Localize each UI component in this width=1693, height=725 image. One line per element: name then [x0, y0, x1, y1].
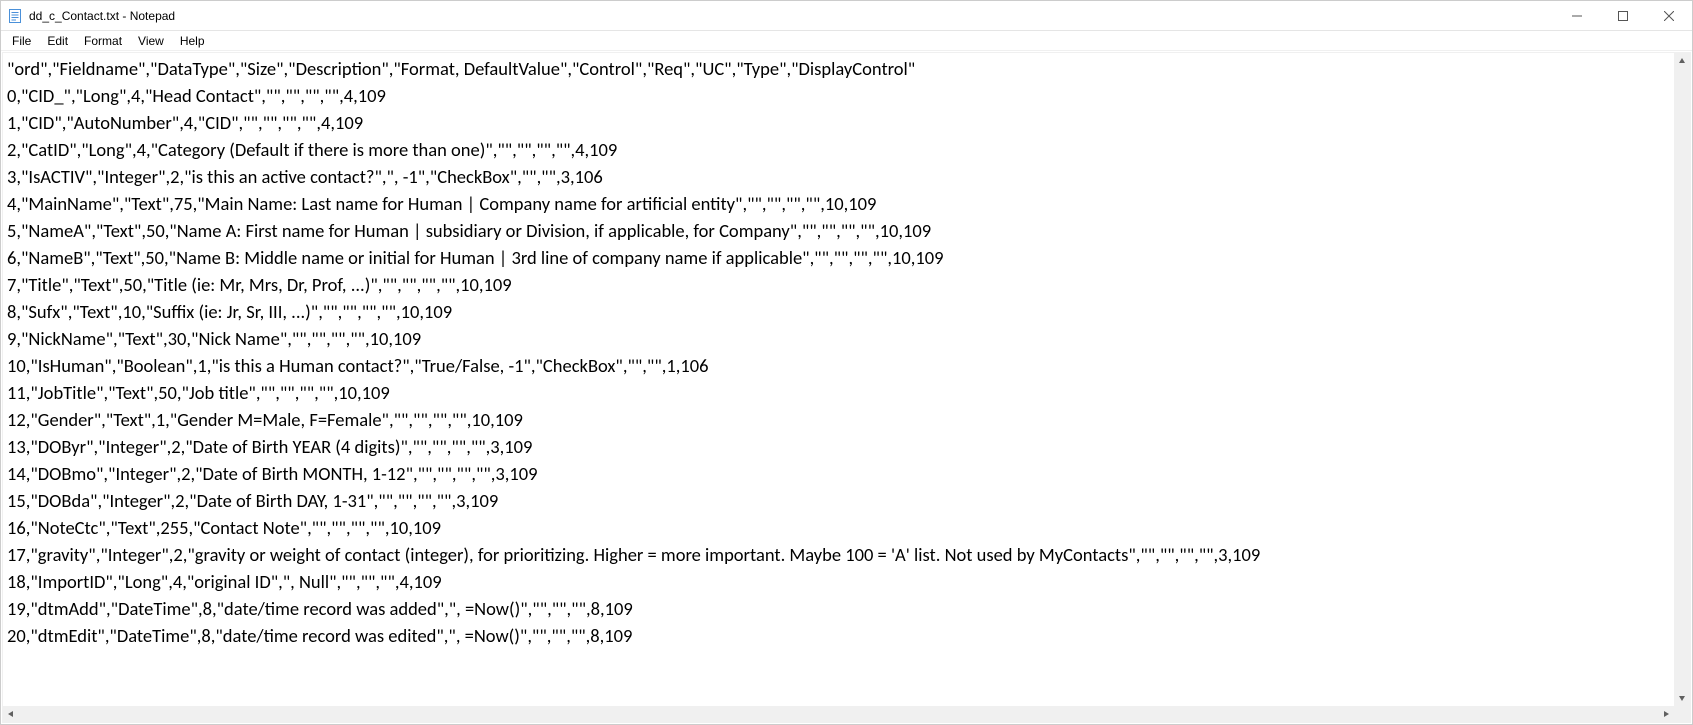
- menu-format[interactable]: Format: [77, 33, 129, 49]
- notepad-icon: [7, 8, 23, 24]
- minimize-button[interactable]: [1554, 1, 1600, 31]
- horizontal-scrollbar[interactable]: [3, 706, 1674, 722]
- menu-edit[interactable]: Edit: [40, 33, 75, 49]
- scroll-right-icon[interactable]: [1658, 706, 1674, 722]
- window-title: dd_c_Contact.txt - Notepad: [29, 9, 175, 23]
- menu-view[interactable]: View: [131, 33, 171, 49]
- text-content[interactable]: "ord","Fieldname","DataType","Size","Des…: [3, 53, 1674, 706]
- editor-area: "ord","Fieldname","DataType","Size","Des…: [2, 52, 1691, 723]
- close-button[interactable]: [1646, 1, 1692, 31]
- vertical-scroll-track[interactable]: [1674, 69, 1690, 690]
- scroll-left-icon[interactable]: [3, 706, 19, 722]
- maximize-button[interactable]: [1600, 1, 1646, 31]
- scroll-down-icon[interactable]: [1674, 690, 1690, 706]
- vertical-scrollbar[interactable]: [1674, 53, 1690, 706]
- scrollbar-corner: [1674, 706, 1690, 722]
- horizontal-scroll-track[interactable]: [19, 706, 1658, 722]
- notepad-window: dd_c_Contact.txt - Notepad File Edit For…: [0, 0, 1693, 725]
- scroll-up-icon[interactable]: [1674, 53, 1690, 69]
- menu-file[interactable]: File: [5, 33, 38, 49]
- menubar: File Edit Format View Help: [1, 31, 1692, 51]
- titlebar[interactable]: dd_c_Contact.txt - Notepad: [1, 1, 1692, 31]
- menu-help[interactable]: Help: [173, 33, 212, 49]
